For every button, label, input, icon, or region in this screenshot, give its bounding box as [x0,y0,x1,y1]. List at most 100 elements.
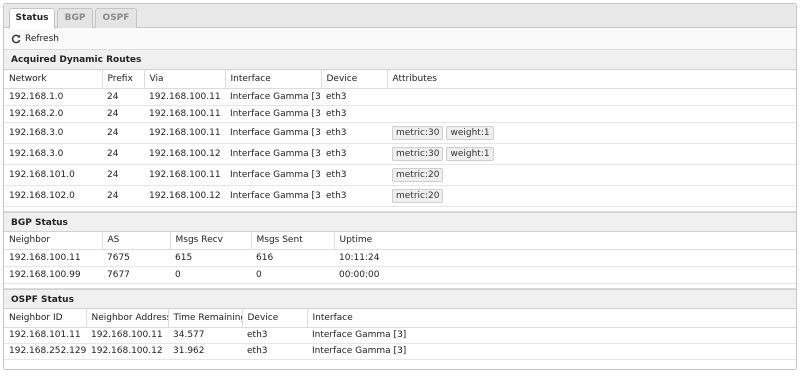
network-cell: 192.168.1.0 [4,88,102,106]
interface-cell: Interface Gamma [3] [225,122,321,144]
device-cell: eth3 [321,164,387,186]
prefix-cell: 24 [102,185,144,207]
refresh-button[interactable]: Refresh [11,34,59,44]
column-header[interactable]: Time Remaining [168,309,243,328]
network-cell: 192.168.101.0 [4,164,102,186]
bgp-section-title: BGP Status [4,211,796,232]
table-row: 192.168.101.0 24 192.168.100.11 Interface G… [4,164,796,186]
tab-bgp[interactable]: BGP [57,8,93,28]
attributes-cell: metric:20 [387,164,796,186]
table-row: 192.168.2.0 24 192.168.100.11 Interface Gam… [4,105,796,123]
msgs-recv-cell: 0 [170,266,251,284]
attribute-badge: metric:30 [392,125,444,140]
attribute-badge: weight:1 [446,146,494,161]
network-cell: 192.168.3.0 [4,122,102,144]
column-header[interactable]: Interface [307,309,796,328]
table-row: 192.168.100.11 7675 615 616 10:11:24 [4,249,796,267]
table-row: 192.168.102.0 24 192.168.100.12 Interface G… [4,185,796,207]
uptime-cell: 00:00:00 [334,266,796,284]
attributes-cell: metric:20 [387,185,796,207]
tab-ospf[interactable]: OSPF [95,8,137,28]
interface-cell: Interface Gamma [3] [225,185,321,207]
time-remaining-cell: 31.962 [168,343,242,360]
column-header[interactable]: Network [4,70,103,89]
column-header[interactable]: Neighbor ID [4,309,87,328]
neighbor-cell: 192.168.100.11 [4,249,102,267]
network-cell: 192.168.102.0 [4,185,102,207]
prefix-cell: 24 [102,164,144,186]
msgs-sent-cell: 0 [251,266,334,284]
network-cell: 192.168.2.0 [4,105,102,123]
neighbor-id-cell: 192.168.252.129 [4,343,86,360]
device-cell: eth3 [321,88,387,106]
column-header[interactable]: Device [242,309,308,328]
as-cell: 7675 [102,249,170,267]
device-cell: eth3 [321,185,387,207]
column-header[interactable]: Uptime [334,231,796,250]
neighbor-id-cell: 192.168.101.11 [4,327,86,344]
device-cell: eth3 [321,122,387,144]
prefix-cell: 24 [102,143,144,165]
column-header[interactable]: Prefix [102,70,145,89]
msgs-sent-cell: 616 [251,249,334,267]
table-row: 192.168.252.129 192.168.100.12 31.962 eth3 I… [4,343,796,360]
toolbar: Refresh [4,28,796,50]
interface-cell: Interface Gamma [3] [307,343,796,360]
column-header[interactable]: Attributes [387,70,796,89]
table-row: 192.168.1.0 24 192.168.100.11 Interface Gam… [4,88,796,106]
refresh-icon [11,34,21,43]
attribute-badge: metric:30 [392,146,444,161]
time-remaining-cell: 34.577 [168,327,242,344]
table-row: 192.168.3.0 24 192.168.100.12 Interface Gam… [4,143,796,165]
attributes-cell: metric:30 weight:1 [387,122,796,144]
column-header[interactable]: Neighbor Address [86,309,169,328]
neighbor-address-cell: 192.168.100.11 [86,327,168,344]
neighbor-cell: 192.168.100.99 [4,266,102,284]
attributes-cell [387,88,796,106]
table-row: 192.168.101.11 192.168.100.11 34.577 eth3 In… [4,327,796,344]
attribute-badge: metric:20 [392,188,444,203]
column-header[interactable]: AS [102,231,171,250]
attribute-badge: weight:1 [446,125,494,140]
interface-cell: Interface Gamma [3] [225,105,321,123]
via-cell: 192.168.100.11 [144,88,225,106]
via-cell: 192.168.100.11 [144,105,225,123]
bgp-table: Neighbor AS Msgs Recv Msgs Sent Uptime 1… [4,231,796,284]
via-cell: 192.168.100.12 [144,143,225,165]
device-cell: eth3 [242,343,307,360]
tab-bar: Status BGP OSPF [4,4,796,29]
column-header[interactable]: Neighbor [4,231,103,250]
prefix-cell: 24 [102,88,144,106]
column-header[interactable]: Via [144,70,226,89]
attributes-cell [387,105,796,123]
interface-cell: Interface Gamma [3] [225,164,321,186]
interface-cell: Interface Gamma [3] [225,143,321,165]
column-header[interactable]: Interface [225,70,322,89]
device-cell: eth3 [242,327,307,344]
neighbor-address-cell: 192.168.100.12 [86,343,168,360]
network-cell: 192.168.3.0 [4,143,102,165]
table-row: 192.168.100.99 7677 0 0 00:00:00 [4,266,796,284]
as-cell: 7677 [102,266,170,284]
column-header[interactable]: Msgs Sent [251,231,335,250]
column-header[interactable]: Device [321,70,388,89]
column-header[interactable]: Msgs Recv [170,231,252,250]
ospf-table: Neighbor ID Neighbor Address Time Remain… [4,309,796,360]
via-cell: 192.168.100.11 [144,122,225,144]
via-cell: 192.168.100.12 [144,185,225,207]
routes-table: Network Prefix Via Interface Device Attr… [4,70,796,207]
refresh-label: Refresh [25,33,59,44]
via-cell: 192.168.100.11 [144,164,225,186]
routes-section-title: Acquired Dynamic Routes [4,50,796,70]
device-cell: eth3 [321,105,387,123]
tab-status[interactable]: Status [9,8,55,29]
prefix-cell: 24 [102,122,144,144]
interface-cell: Interface Gamma [3] [225,88,321,106]
attributes-cell: metric:30 weight:1 [387,143,796,165]
prefix-cell: 24 [102,105,144,123]
attribute-badge: metric:20 [392,167,444,182]
table-row: 192.168.3.0 24 192.168.100.11 Interface Gam… [4,122,796,144]
status-panel: Status BGP OSPF Refresh Acquired Dynamic… [3,3,797,370]
uptime-cell: 10:11:24 [334,249,796,267]
device-cell: eth3 [321,143,387,165]
